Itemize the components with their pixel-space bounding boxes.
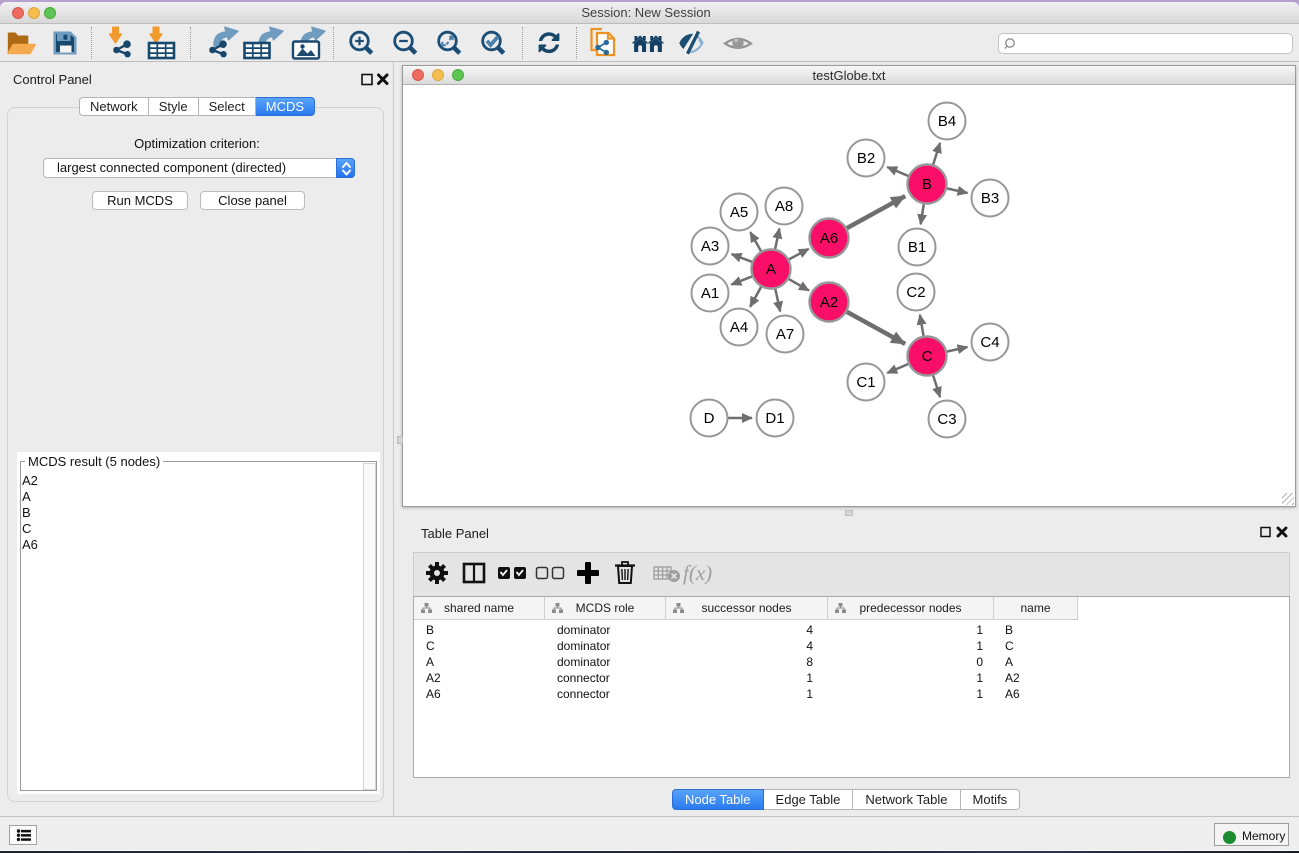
- svg-text:A4: A4: [730, 319, 748, 336]
- svg-text:B4: B4: [938, 113, 956, 130]
- svg-text:C: C: [922, 348, 933, 365]
- svg-text:C4: C4: [980, 334, 999, 351]
- svg-text:A7: A7: [776, 326, 794, 343]
- svg-text:A1: A1: [701, 285, 719, 302]
- svg-text:A5: A5: [730, 204, 748, 221]
- svg-text:C3: C3: [937, 411, 956, 428]
- svg-text:A3: A3: [701, 238, 719, 255]
- svg-text:D: D: [704, 410, 715, 427]
- svg-text:D1: D1: [765, 410, 784, 427]
- svg-text:B: B: [922, 176, 932, 193]
- svg-text:A: A: [766, 261, 776, 278]
- svg-text:B1: B1: [908, 239, 926, 256]
- svg-text:C1: C1: [856, 374, 875, 391]
- svg-text:B3: B3: [981, 190, 999, 207]
- svg-text:A2: A2: [820, 294, 838, 311]
- svg-text:A6: A6: [820, 230, 838, 247]
- svg-text:A8: A8: [775, 198, 793, 215]
- svg-text:C2: C2: [906, 284, 925, 301]
- svg-text:B2: B2: [857, 150, 875, 167]
- svg-text:f(x): f(x): [683, 561, 712, 585]
